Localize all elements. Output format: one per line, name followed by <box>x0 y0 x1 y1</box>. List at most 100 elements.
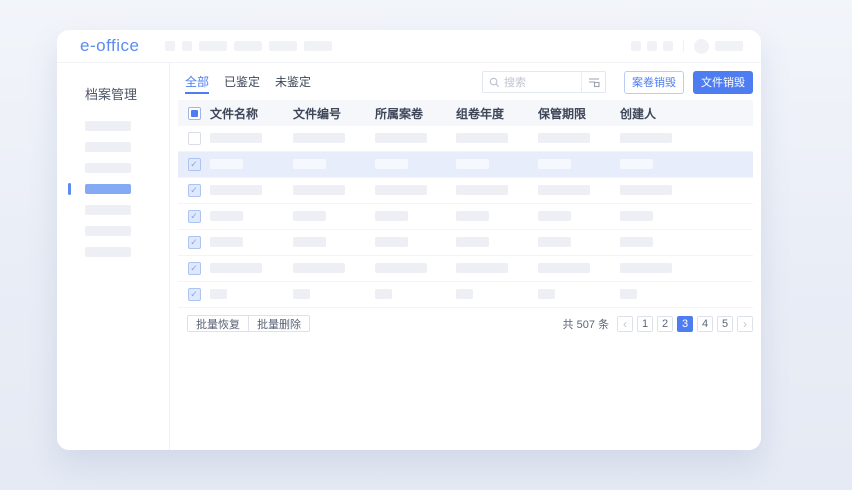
sidebar-item-placeholder[interactable] <box>85 205 131 215</box>
placeholder-bar <box>456 263 508 273</box>
tab-全部[interactable]: 全部 <box>185 70 209 94</box>
row-checkbox[interactable] <box>188 132 201 145</box>
page-button-1[interactable]: 1 <box>637 316 653 332</box>
table-cell <box>620 156 753 174</box>
table-row[interactable]: ✓ <box>178 204 753 230</box>
main-content: 全部已鉴定未鉴定 搜索 案卷销毁 文件销毁 <box>170 63 761 450</box>
table-cell <box>456 286 538 304</box>
app-logo: e-office <box>80 36 139 56</box>
placeholder-bar <box>210 159 243 169</box>
row-checkbox[interactable]: ✓ <box>188 184 201 197</box>
row-checkbox[interactable]: ✓ <box>188 210 201 223</box>
next-page-button[interactable]: › <box>737 316 753 332</box>
placeholder-bar <box>538 185 590 195</box>
page-button-5[interactable]: 5 <box>717 316 733 332</box>
table-row[interactable]: ✓ <box>178 152 753 178</box>
placeholder-bar <box>620 185 672 195</box>
column-header: 文件编号 <box>293 105 375 122</box>
search-icon <box>489 77 500 88</box>
sidebar-item-placeholder[interactable] <box>85 121 131 131</box>
sidebar: 档案管理 <box>57 63 170 450</box>
row-checkbox-cell: ✓ <box>178 184 210 197</box>
table-cell <box>293 286 375 304</box>
table-cell <box>210 260 293 278</box>
placeholder-bar <box>293 263 345 273</box>
page-button-4[interactable]: 4 <box>697 316 713 332</box>
table-row[interactable]: ✓ <box>178 256 753 282</box>
row-checkbox[interactable]: ✓ <box>188 236 201 249</box>
toolbar: 全部已鉴定未鉴定 搜索 案卷销毁 文件销毁 <box>178 70 753 94</box>
tab-未鉴定[interactable]: 未鉴定 <box>275 70 311 94</box>
advanced-search-button[interactable] <box>581 72 605 92</box>
nav-icon-placeholder <box>631 41 641 51</box>
nav-placeholder-item <box>234 41 262 51</box>
table-cell <box>375 156 456 174</box>
placeholder-bar <box>620 211 653 221</box>
sidebar-item-placeholder[interactable] <box>85 163 131 173</box>
nav-placeholder-group <box>165 41 332 51</box>
table-cell <box>293 182 375 200</box>
table-cell <box>210 234 293 252</box>
search-input[interactable]: 搜索 <box>482 71 606 93</box>
batch-button-批量删除[interactable]: 批量删除 <box>248 315 310 332</box>
tab-已鉴定[interactable]: 已鉴定 <box>224 70 260 94</box>
table-cell <box>538 286 620 304</box>
placeholder-bar <box>620 289 637 299</box>
table-cell <box>456 130 538 148</box>
sidebar-item-placeholder[interactable] <box>85 247 131 257</box>
sidebar-item-placeholder[interactable] <box>85 226 131 236</box>
placeholder-bar <box>456 133 508 143</box>
placeholder-bar <box>375 211 408 221</box>
table-row[interactable]: ✓ <box>178 178 753 204</box>
nav-placeholder-item <box>199 41 227 51</box>
placeholder-bar <box>210 211 243 221</box>
placeholder-bar <box>456 237 489 247</box>
sidebar-title: 档案管理 <box>85 84 169 103</box>
placeholder-bar <box>210 263 262 273</box>
nav-icon-placeholder <box>663 41 673 51</box>
table-cell <box>375 260 456 278</box>
table-row[interactable] <box>178 126 753 152</box>
table-row[interactable]: ✓ <box>178 282 753 308</box>
placeholder-bar <box>210 185 262 195</box>
placeholder-bar <box>375 237 408 247</box>
table-cell <box>293 260 375 278</box>
table-cell <box>538 130 620 148</box>
total-count-label: 共 507 条 <box>563 316 609 332</box>
nav-placeholder-item <box>304 41 332 51</box>
placeholder-bar <box>375 263 427 273</box>
table-cell <box>538 208 620 226</box>
placeholder-bar <box>538 159 571 169</box>
page-button-3[interactable]: 3 <box>677 316 693 332</box>
placeholder-bar <box>538 263 590 273</box>
row-checkbox-cell <box>178 132 210 145</box>
archive-destroy-button[interactable]: 案卷销毁 <box>624 71 684 94</box>
page-button-2[interactable]: 2 <box>657 316 673 332</box>
table-cell <box>210 156 293 174</box>
prev-page-button[interactable]: ‹ <box>617 316 633 332</box>
placeholder-bar <box>293 133 345 143</box>
placeholder-bar <box>538 211 571 221</box>
placeholder-bar <box>375 185 427 195</box>
placeholder-bar <box>375 289 392 299</box>
table-cell <box>375 208 456 226</box>
table-body: ✓ ✓ ✓ ✓ ✓ ✓ <box>178 126 753 308</box>
table-cell <box>210 208 293 226</box>
column-header: 组卷年度 <box>456 105 538 122</box>
batch-button-批量恢复[interactable]: 批量恢复 <box>187 315 249 332</box>
select-all-checkbox[interactable] <box>188 107 201 120</box>
row-checkbox[interactable]: ✓ <box>188 288 201 301</box>
row-checkbox-cell: ✓ <box>178 236 210 249</box>
placeholder-bar <box>293 185 345 195</box>
sidebar-item-active[interactable] <box>85 184 131 194</box>
table-row[interactable]: ✓ <box>178 230 753 256</box>
navbar-right-group <box>631 39 743 54</box>
sidebar-item-placeholder[interactable] <box>85 142 131 152</box>
table-cell <box>210 182 293 200</box>
tabs: 全部已鉴定未鉴定 <box>178 70 311 94</box>
placeholder-bar <box>375 133 427 143</box>
placeholder-bar <box>620 133 672 143</box>
file-destroy-button[interactable]: 文件销毁 <box>693 71 753 94</box>
row-checkbox[interactable]: ✓ <box>188 158 201 171</box>
row-checkbox[interactable]: ✓ <box>188 262 201 275</box>
